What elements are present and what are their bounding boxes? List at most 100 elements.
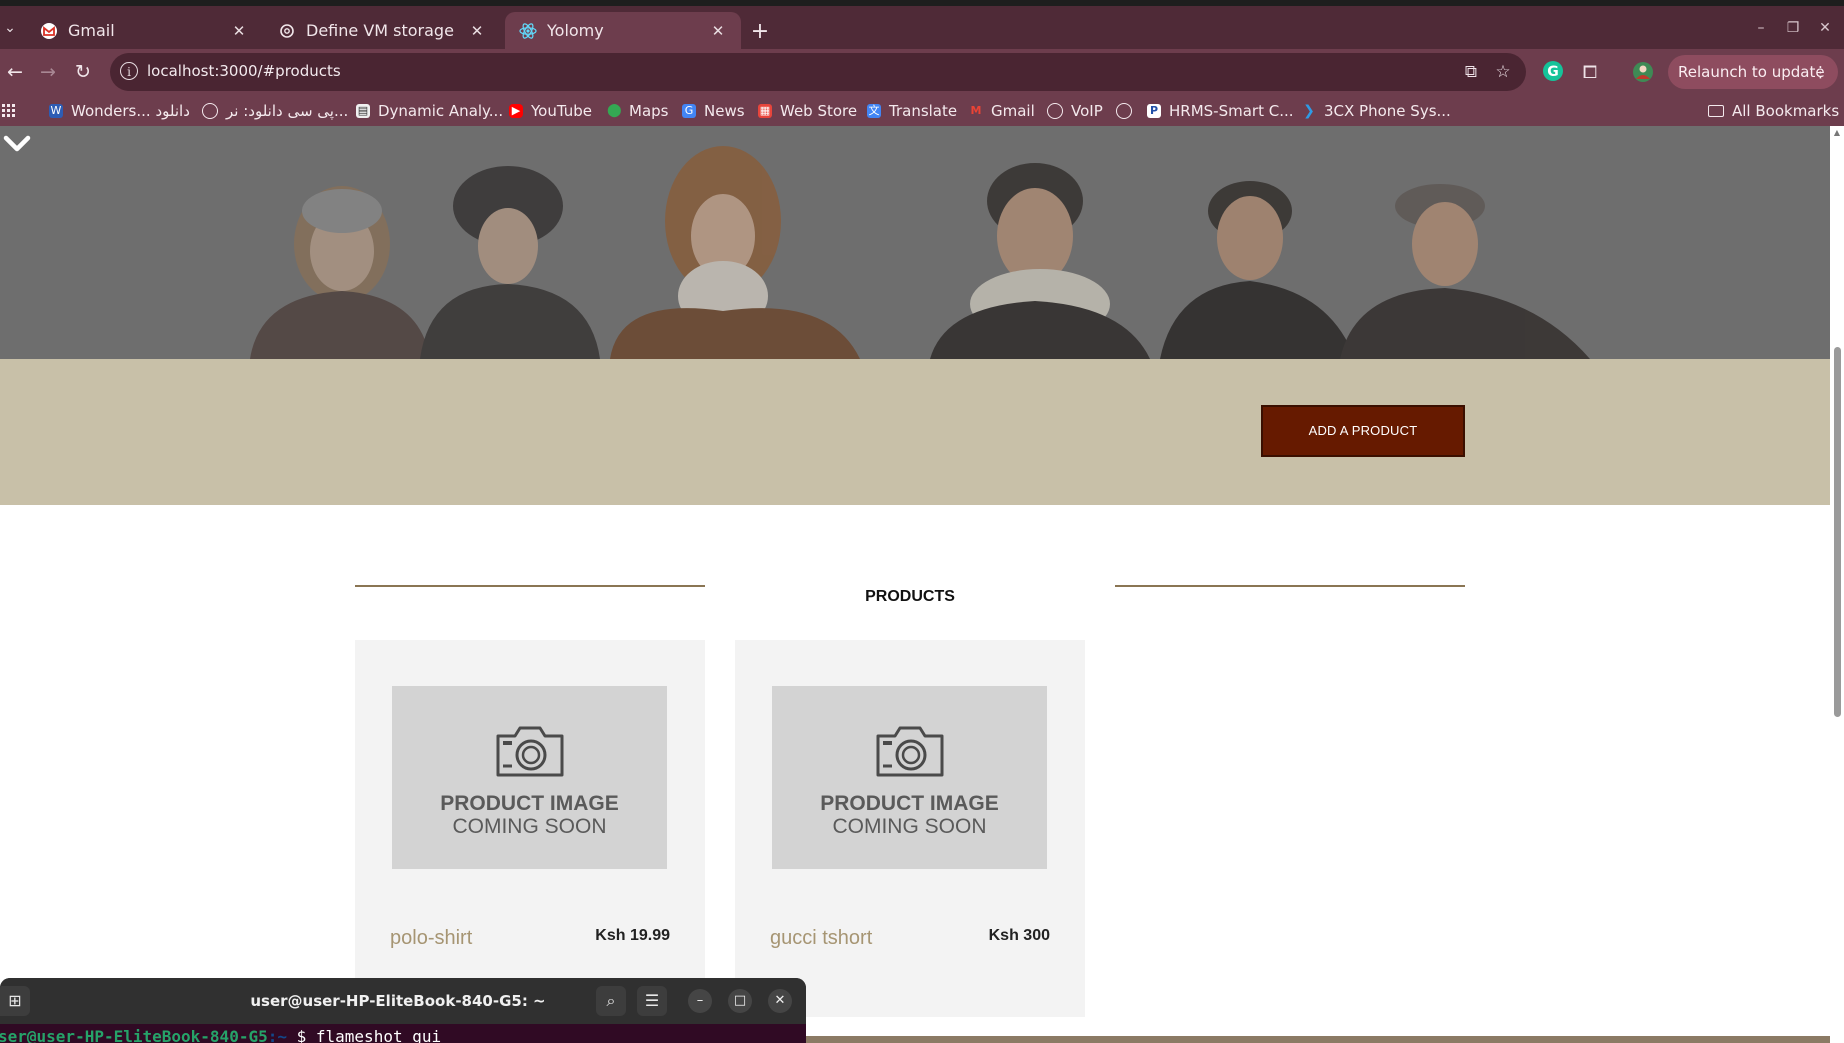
close-tab-icon[interactable]: ✕	[709, 22, 727, 40]
folder-icon	[1708, 104, 1724, 117]
tab-define-vm-storage[interactable]: Define VM storage ✕	[264, 12, 500, 49]
relaunch-label: Relaunch to update	[1678, 63, 1825, 81]
all-bookmarks[interactable]: All Bookmarks	[1708, 95, 1839, 126]
bookmark-globe[interactable]	[1116, 95, 1140, 126]
doc-icon: ▤	[356, 103, 370, 118]
bookmark-star-icon[interactable]: ☆	[1493, 62, 1513, 82]
close-tab-icon[interactable]: ✕	[468, 22, 486, 40]
globe-icon	[1047, 102, 1063, 119]
tab-yolomy[interactable]: Yolomy ✕	[505, 12, 741, 49]
bookmark-gmail[interactable]: M Gmail	[969, 95, 1035, 126]
bookmark-label: Translate	[889, 101, 958, 120]
3cx-icon: ❯	[1303, 102, 1315, 119]
close-window-icon[interactable]: ✕	[1815, 20, 1835, 36]
bookmark-maps[interactable]: ⬤ Maps	[607, 95, 668, 126]
maps-icon: ⬤	[607, 102, 622, 118]
product-price: Ksh 19.99	[595, 927, 670, 944]
svg-text:G: G	[1547, 64, 1559, 80]
address-bar[interactable]: i localhost:3000/#products ⧉ ☆	[110, 53, 1526, 91]
terminal-output[interactable]: ser@user-HP-EliteBook-840-G5:~ $ flamesh…	[0, 1024, 806, 1043]
bookmark-hrms[interactable]: P HRMS-Smart C...	[1147, 95, 1294, 126]
browser-toolbar: ← → ↻ i localhost:3000/#products ⧉ ☆ G ⧠…	[0, 49, 1844, 95]
bookmark-translate[interactable]: 文 Translate	[867, 95, 957, 126]
scroll-up-arrow-icon[interactable]: ▲	[1832, 128, 1842, 137]
reload-icon[interactable]: ↻	[68, 57, 98, 87]
bookmark-voip[interactable]: VoIP	[1047, 95, 1103, 126]
terminal-window[interactable]: ⊞ user@user-HP-EliteBook-840-G5: ~ ⌕ ☰ –…	[0, 978, 806, 1043]
tab-title: Yolomy	[547, 21, 604, 40]
bookmark-label: Wonders... دانلود	[71, 101, 190, 120]
bookmark-label: YouTube	[531, 101, 592, 120]
terminal-path: :~	[267, 1027, 287, 1043]
bookmarks-bar: W Wonders... دانلود پی سی دانلود: نر... ▤…	[0, 95, 1844, 126]
camera-icon	[876, 726, 944, 777]
section-divider-right	[1115, 585, 1465, 587]
bookmark-label: VoIP	[1071, 101, 1103, 120]
forward-arrow-icon[interactable]: →	[33, 57, 63, 87]
translate-icon: 文	[867, 103, 881, 118]
terminal-menu-icon[interactable]: ☰	[637, 986, 667, 1016]
placeholder-line2: COMING SOON	[452, 815, 607, 838]
menu-kebab-icon[interactable]: ⋮	[1813, 55, 1828, 89]
placeholder-line1: PRODUCT IMAGE	[440, 792, 619, 815]
bookmark-label: Dynamic Analy...	[378, 101, 504, 120]
bookmark-web-store[interactable]: ▦ Web Store	[758, 95, 857, 126]
close-tab-icon[interactable]: ✕	[230, 22, 248, 40]
product-card[interactable]: PRODUCT IMAGE COMING SOON polo-shirt Ksh…	[355, 640, 705, 1017]
chevron-down-icon[interactable]	[0, 126, 34, 160]
extensions-puzzle-icon[interactable]: ⧠	[1578, 61, 1602, 85]
profile-avatar-icon[interactable]	[1631, 61, 1655, 85]
bookmark-3cx[interactable]: ❯ 3CX Phone Sys...	[1302, 95, 1451, 126]
terminal-minimize-icon[interactable]: –	[688, 989, 712, 1013]
globe-icon	[202, 102, 218, 119]
restore-window-icon[interactable]: ❐	[1783, 20, 1803, 36]
bookmark-label: پی سی دانلود: نر...	[226, 101, 349, 120]
install-app-icon[interactable]: ⧉	[1461, 62, 1481, 82]
address-url[interactable]: localhost:3000/#products	[147, 62, 341, 80]
product-card[interactable]: PRODUCT IMAGE COMING SOON gucci tshort K…	[735, 640, 1085, 1017]
product-name[interactable]: polo-shirt	[390, 927, 472, 950]
bookmark-youtube[interactable]: ▶ YouTube	[509, 95, 592, 126]
bookmark-label: 3CX Phone Sys...	[1324, 101, 1451, 120]
site-info-icon[interactable]: i	[120, 62, 138, 80]
terminal-maximize-icon[interactable]: □	[728, 989, 752, 1013]
webstore-icon: ▦	[758, 103, 772, 118]
terminal-search-icon[interactable]: ⌕	[596, 986, 626, 1016]
bookmark-pc-download[interactable]: پی سی دانلود: نر...	[202, 95, 348, 126]
news-icon: G	[682, 103, 696, 118]
minimize-window-icon[interactable]: –	[1751, 20, 1771, 36]
bookmark-label: HRMS-Smart C...	[1169, 101, 1294, 120]
globe-icon	[1116, 102, 1132, 119]
product-image-placeholder[interactable]: PRODUCT IMAGE COMING SOON	[772, 686, 1047, 869]
tab-gmail[interactable]: Gmail ✕	[26, 12, 262, 49]
grammarly-icon[interactable]: G	[1541, 60, 1565, 84]
product-price: Ksh 300	[988, 927, 1050, 944]
add-product-button[interactable]: ADD A PRODUCT	[1261, 405, 1465, 457]
wonders-icon: W	[49, 103, 63, 118]
bookmark-label: Maps	[629, 101, 669, 120]
terminal-title: user@user-HP-EliteBook-840-G5: ~	[250, 992, 546, 1010]
relaunch-to-update-button[interactable]: Relaunch to update ⋮	[1668, 55, 1838, 89]
products-heading: PRODUCTS	[865, 588, 955, 605]
tab-bar: ⌄ Gmail ✕ Define VM storage ✕ Yolomy ✕ +…	[0, 6, 1844, 49]
scrollbar-thumb[interactable]	[1834, 347, 1841, 717]
apps-grid-icon[interactable]	[2, 95, 16, 126]
new-tab-plus-icon[interactable]: +	[748, 18, 772, 46]
gmail-icon	[40, 22, 58, 40]
product-actions-band	[0, 359, 1830, 505]
hero-banner	[0, 126, 1830, 359]
bookmark-dynamic-analy[interactable]: ▤ Dynamic Analy...	[356, 95, 503, 126]
openai-icon	[278, 22, 296, 40]
camera-icon	[496, 726, 564, 777]
hrms-icon: P	[1147, 103, 1161, 118]
terminal-titlebar[interactable]: ⊞ user@user-HP-EliteBook-840-G5: ~ ⌕ ☰ –…	[0, 978, 806, 1024]
product-image-placeholder[interactable]: PRODUCT IMAGE COMING SOON	[392, 686, 667, 869]
bookmark-news[interactable]: G News	[682, 95, 745, 126]
back-arrow-icon[interactable]: ←	[0, 57, 30, 87]
react-icon	[519, 22, 537, 40]
product-name[interactable]: gucci tshort	[770, 927, 872, 950]
bookmark-wonders[interactable]: W Wonders... دانلود	[49, 95, 190, 126]
tab-search-dropdown-icon[interactable]: ⌄	[0, 16, 20, 40]
terminal-close-icon[interactable]: ✕	[768, 989, 792, 1013]
bookmark-label: News	[704, 101, 745, 120]
